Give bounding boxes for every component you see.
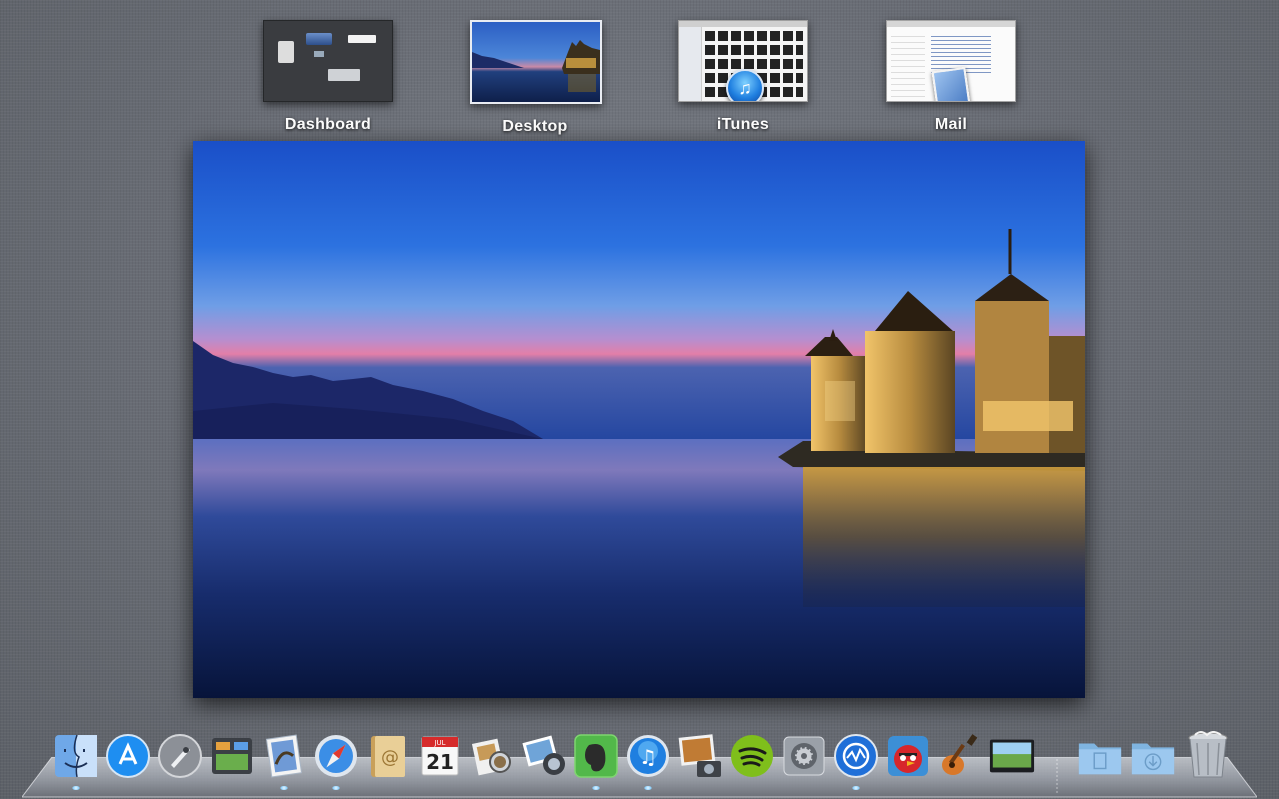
calendar-icon[interactable]: JUL 21	[416, 731, 464, 781]
garageband-icon[interactable]	[936, 731, 984, 781]
istat-icon[interactable]	[832, 731, 880, 790]
safari-icon[interactable]	[312, 731, 360, 790]
svg-text:♫: ♫	[639, 745, 657, 769]
image-capture-icon[interactable]	[676, 731, 724, 781]
space-mail[interactable]: Mail	[886, 20, 1016, 134]
svg-text:@: @	[381, 747, 399, 768]
desktop-wallpaper-preview[interactable]	[193, 141, 1085, 698]
svg-text:JUL: JUL	[433, 739, 445, 747]
address-book-icon[interactable]: @	[364, 731, 412, 781]
iphoto-icon[interactable]	[520, 731, 568, 781]
documents-folder-icon[interactable]	[1076, 731, 1124, 781]
svg-text:21: 21	[426, 750, 454, 774]
system-preferences-icon[interactable]	[780, 731, 828, 781]
preview-icon[interactable]	[468, 731, 516, 781]
space-label-desktop: Desktop	[502, 118, 568, 135]
mail-badge-icon	[931, 66, 971, 101]
mail-icon[interactable]	[260, 731, 308, 790]
desktop-thumbnail[interactable]	[470, 20, 602, 104]
itunes-icon[interactable]: ♫	[624, 731, 672, 790]
space-desktop[interactable]: Desktop	[470, 20, 602, 136]
space-itunes[interactable]: ♫ iTunes	[678, 20, 808, 134]
downloads-folder-icon[interactable]	[1129, 731, 1177, 781]
space-label-mail: Mail	[934, 116, 968, 133]
mission-control-icon[interactable]	[208, 731, 256, 781]
evernote-icon[interactable]	[572, 731, 620, 790]
dock: @ JUL 21 ♫	[52, 731, 1242, 790]
trash-icon[interactable]	[1184, 731, 1232, 781]
itunes-window-thumbnail[interactable]: ♫	[678, 20, 808, 102]
dashboard-thumbnail[interactable]	[263, 20, 393, 102]
space-dashboard[interactable]: Dashboard	[263, 20, 393, 134]
photo-booth-icon[interactable]	[988, 731, 1036, 781]
app-store-icon[interactable]	[104, 731, 152, 781]
finder-icon[interactable]	[52, 731, 100, 790]
spotify-icon[interactable]	[728, 731, 776, 781]
space-label-dashboard: Dashboard	[284, 116, 372, 133]
itunes-badge-icon: ♫	[726, 69, 764, 101]
launchpad-icon[interactable]	[156, 731, 204, 781]
mail-window-thumbnail[interactable]	[886, 20, 1016, 102]
space-label-itunes: iTunes	[716, 116, 770, 133]
angry-birds-icon[interactable]	[884, 731, 932, 781]
